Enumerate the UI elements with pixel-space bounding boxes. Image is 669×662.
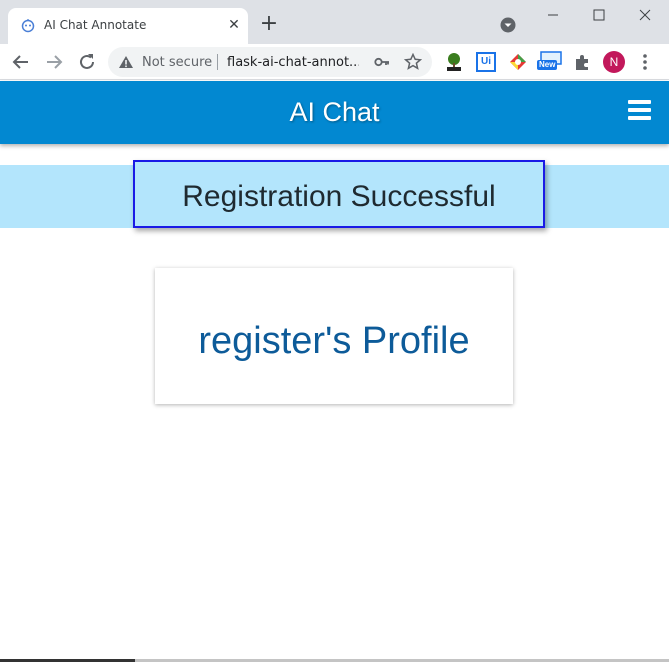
browser-toolbar: Not secure flask-ai-chat-annot... Ui New… bbox=[0, 44, 669, 80]
robot-icon bbox=[21, 19, 35, 33]
ui-extension-icon[interactable]: Ui bbox=[476, 52, 496, 72]
browser-tab[interactable]: AI Chat Annotate ✕ bbox=[8, 8, 248, 44]
tab-close-button[interactable]: ✕ bbox=[226, 16, 242, 34]
hamburger-icon[interactable] bbox=[628, 100, 652, 122]
url-text[interactable]: flask-ai-chat-annot... bbox=[227, 55, 359, 70]
html-tree-extension-icon[interactable] bbox=[444, 52, 464, 72]
forward-arrow-icon[interactable] bbox=[43, 51, 65, 73]
tab-title: AI Chat Annotate bbox=[44, 18, 147, 32]
new-extension-icon[interactable]: New bbox=[537, 50, 562, 70]
close-window-button[interactable] bbox=[632, 4, 658, 26]
tab-search-icon[interactable] bbox=[499, 16, 517, 34]
omnibox-divider bbox=[217, 54, 218, 70]
profile-avatar[interactable]: N bbox=[603, 51, 625, 73]
more-options-icon[interactable] bbox=[637, 52, 653, 72]
warning-icon[interactable] bbox=[118, 55, 134, 69]
app-title: AI Chat bbox=[289, 97, 380, 127]
success-message-box: Registration Successful bbox=[133, 160, 545, 228]
reload-icon[interactable] bbox=[76, 51, 98, 73]
app-header: AI Chat bbox=[0, 81, 669, 144]
browser-titlebar: AI Chat Annotate ✕ + bbox=[0, 0, 669, 44]
new-badge: New bbox=[537, 60, 558, 70]
key-icon[interactable] bbox=[374, 55, 390, 69]
color-extension-icon[interactable] bbox=[508, 52, 528, 72]
security-label[interactable]: Not secure bbox=[142, 55, 212, 70]
profile-card: register's Profile bbox=[155, 268, 513, 404]
puzzle-icon[interactable] bbox=[572, 52, 592, 72]
minimize-button[interactable] bbox=[540, 4, 566, 26]
address-bar[interactable]: Not secure flask-ai-chat-annot... bbox=[108, 47, 432, 77]
new-tab-button[interactable]: + bbox=[258, 13, 280, 36]
bookmark-star-icon[interactable] bbox=[404, 53, 422, 71]
profile-title: register's Profile bbox=[198, 320, 470, 362]
success-message: Registration Successful bbox=[182, 180, 496, 213]
back-arrow-icon[interactable] bbox=[10, 51, 32, 73]
maximize-button[interactable] bbox=[586, 4, 612, 26]
